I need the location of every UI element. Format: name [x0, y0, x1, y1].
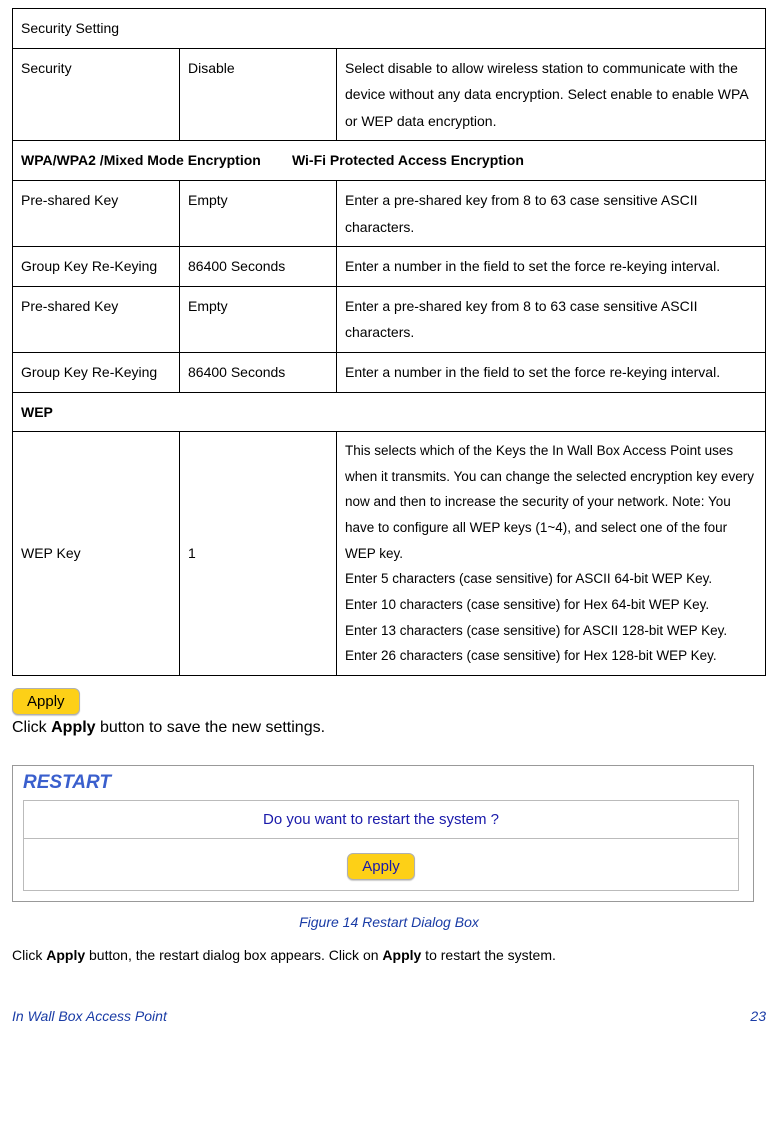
- wepkey-value: 1: [180, 432, 337, 676]
- security-settings-table: Security Setting Security Disable Select…: [12, 8, 766, 676]
- groupkey-label-2: Group Key Re-Keying: [13, 352, 180, 392]
- psk-label-1: Pre-shared Key: [13, 180, 180, 246]
- footer-left: In Wall Box Access Point: [12, 1008, 167, 1024]
- security-desc: Select disable to allow wireless station…: [337, 48, 766, 141]
- groupkey-value-1: 86400 Seconds: [180, 247, 337, 287]
- wepkey-label: WEP Key: [13, 432, 180, 676]
- instr-p1: Click: [12, 947, 46, 963]
- psk-value-2: Empty: [180, 286, 337, 352]
- security-value: Disable: [180, 48, 337, 141]
- groupkey-label-1: Group Key Re-Keying: [13, 247, 180, 287]
- footer-right: 23: [750, 1008, 766, 1024]
- restart-question: Do you want to restart the system ?: [24, 800, 739, 838]
- groupkey-desc-1: Enter a number in the field to set the f…: [337, 247, 766, 287]
- restart-apply-cell: Apply: [24, 838, 739, 890]
- restart-dialog: RESTART Do you want to restart the syste…: [12, 765, 754, 902]
- restart-title: RESTART: [13, 766, 753, 794]
- page-footer: In Wall Box Access Point 23: [12, 1008, 766, 1024]
- psk-value-1: Empty: [180, 180, 337, 246]
- figure-caption: Figure 14 Restart Dialog Box: [12, 914, 766, 930]
- instr-b2: Apply: [382, 947, 421, 963]
- restart-inner-table: Do you want to restart the system ? Appl…: [23, 800, 739, 891]
- apply-prefix: Click: [12, 719, 51, 736]
- apply-suffix: button to save the new settings.: [96, 719, 325, 736]
- wepkey-desc: This selects which of the Keys the In Wa…: [337, 432, 766, 676]
- apply-button-2[interactable]: Apply: [347, 853, 415, 880]
- wep-header: WEP: [13, 392, 766, 432]
- psk-desc-1: Enter a pre-shared key from 8 to 63 case…: [337, 180, 766, 246]
- psk-desc-2: Enter a pre-shared key from 8 to 63 case…: [337, 286, 766, 352]
- restart-instruction: Click Apply button, the restart dialog b…: [12, 944, 766, 968]
- groupkey-value-2: 86400 Seconds: [180, 352, 337, 392]
- security-label: Security: [13, 48, 180, 141]
- apply-instruction-1: Click Apply button to save the new setti…: [12, 719, 766, 737]
- psk-label-2: Pre-shared Key: [13, 286, 180, 352]
- apply-bold: Apply: [51, 719, 95, 736]
- security-setting-header: Security Setting: [13, 9, 766, 49]
- instr-p2: button, the restart dialog box appears. …: [85, 947, 382, 963]
- apply-button-1[interactable]: Apply: [12, 688, 80, 715]
- instr-p3: to restart the system.: [421, 947, 556, 963]
- wpa-header: WPA/WPA2 /Mixed Mode Encryption Wi-Fi Pr…: [13, 141, 766, 181]
- instr-b1: Apply: [46, 947, 85, 963]
- groupkey-desc-2: Enter a number in the field to set the f…: [337, 352, 766, 392]
